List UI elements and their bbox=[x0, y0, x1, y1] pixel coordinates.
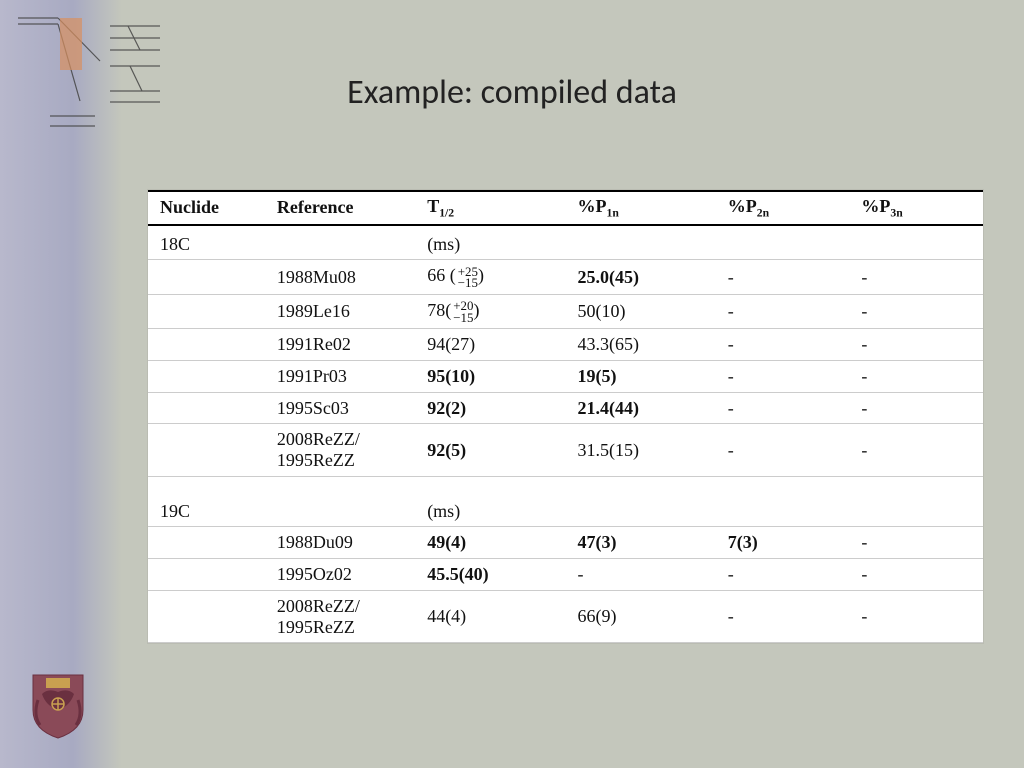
cell-p3n: - bbox=[849, 527, 983, 559]
cell-reference: 2008ReZZ/1995ReZZ bbox=[265, 424, 415, 476]
table-row: 1991Re0294(27)43.3(65)-- bbox=[148, 329, 983, 361]
table-row: 2008ReZZ/1995ReZZ92(5)31.5(15)-- bbox=[148, 424, 983, 476]
nuclide-section-row: 18C (ms) bbox=[148, 225, 983, 260]
cell-p3n: - bbox=[849, 559, 983, 591]
cell-p3n bbox=[849, 225, 983, 260]
cell-p1n bbox=[565, 493, 715, 527]
cell-reference: 1995Oz02 bbox=[265, 559, 415, 591]
cell-unit: (ms) bbox=[415, 493, 565, 527]
cell-t12: 49(4) bbox=[415, 527, 565, 559]
cell-t12: 44(4) bbox=[415, 590, 565, 642]
cell-p3n: - bbox=[849, 424, 983, 476]
cell-p2n bbox=[716, 493, 850, 527]
table-header-row: Nuclide Reference T1/2 %P1n %P2n %P3n bbox=[148, 191, 983, 225]
cell-reference: 2008ReZZ/1995ReZZ bbox=[265, 590, 415, 642]
slide-title: Example: compiled data bbox=[0, 72, 1024, 113]
cell-p2n: - bbox=[716, 590, 850, 642]
cell-t12: 94(27) bbox=[415, 329, 565, 361]
cell-t12: 95(10) bbox=[415, 361, 565, 393]
col-p1n: %P1n bbox=[565, 191, 715, 225]
nuclide-section-row: 19C (ms) bbox=[148, 493, 983, 527]
cell-p2n: - bbox=[716, 424, 850, 476]
cell-p3n: - bbox=[849, 361, 983, 393]
cell-reference: 1988Mu08 bbox=[265, 260, 415, 295]
cell-p2n: - bbox=[716, 260, 850, 295]
col-p2n: %P2n bbox=[716, 191, 850, 225]
table-row: 1995Oz0245.5(40)--- bbox=[148, 559, 983, 591]
cell-nuclide: 19C bbox=[148, 493, 265, 527]
decay-highlight-icon bbox=[60, 18, 82, 70]
cell-p2n: - bbox=[716, 294, 850, 329]
cell-p1n: 50(10) bbox=[565, 294, 715, 329]
cell-p1n: 21.4(44) bbox=[565, 392, 715, 424]
cell-nuclide bbox=[148, 260, 265, 295]
cell-p1n: 25.0(45) bbox=[565, 260, 715, 295]
cell-reference: 1991Pr03 bbox=[265, 361, 415, 393]
cell-nuclide bbox=[148, 294, 265, 329]
cell-nuclide bbox=[148, 329, 265, 361]
cell-t12: 92(2) bbox=[415, 392, 565, 424]
table-row: 2008ReZZ/1995ReZZ44(4)66(9)-- bbox=[148, 590, 983, 642]
cell-reference: 1989Le16 bbox=[265, 294, 415, 329]
cell-nuclide bbox=[148, 392, 265, 424]
cell-t12: 45.5(40) bbox=[415, 559, 565, 591]
table-row: 1988Mu0866 (+25−15)25.0(45)-- bbox=[148, 260, 983, 295]
cell-p1n bbox=[565, 225, 715, 260]
cell-nuclide bbox=[148, 361, 265, 393]
spacer-row bbox=[148, 476, 983, 493]
cell-p2n: - bbox=[716, 559, 850, 591]
cell-p2n: - bbox=[716, 361, 850, 393]
table-row: 1989Le1678(+20−15)50(10)-- bbox=[148, 294, 983, 329]
cell-nuclide: 18C bbox=[148, 225, 265, 260]
cell-p1n: - bbox=[565, 559, 715, 591]
cell-t12: 92(5) bbox=[415, 424, 565, 476]
cell-p3n: - bbox=[849, 329, 983, 361]
cell-reference bbox=[265, 225, 415, 260]
cell-p2n: - bbox=[716, 329, 850, 361]
data-table: Nuclide Reference T1/2 %P1n %P2n %P3n 18… bbox=[148, 190, 983, 643]
cell-reference: 1991Re02 bbox=[265, 329, 415, 361]
cell-p3n: - bbox=[849, 294, 983, 329]
cell-p1n: 66(9) bbox=[565, 590, 715, 642]
cell-p1n: 31.5(15) bbox=[565, 424, 715, 476]
col-t12: T1/2 bbox=[415, 191, 565, 225]
cell-p2n bbox=[716, 225, 850, 260]
cell-p1n: 43.3(65) bbox=[565, 329, 715, 361]
cell-reference: 1988Du09 bbox=[265, 527, 415, 559]
cell-p3n bbox=[849, 493, 983, 527]
cell-nuclide bbox=[148, 590, 265, 642]
cell-reference bbox=[265, 493, 415, 527]
sidebar-decoration bbox=[0, 0, 122, 768]
cell-p3n: - bbox=[849, 392, 983, 424]
cell-unit: (ms) bbox=[415, 225, 565, 260]
col-nuclide: Nuclide bbox=[148, 191, 265, 225]
col-reference: Reference bbox=[265, 191, 415, 225]
cell-reference: 1995Sc03 bbox=[265, 392, 415, 424]
cell-t12: 78(+20−15) bbox=[415, 294, 565, 329]
decay-scheme-icon bbox=[10, 6, 170, 136]
table-row: 1988Du0949(4)47(3)7(3)- bbox=[148, 527, 983, 559]
cell-t12: 66 (+25−15) bbox=[415, 260, 565, 295]
table-row: 1995Sc0392(2)21.4(44)-- bbox=[148, 392, 983, 424]
cell-p2n: 7(3) bbox=[716, 527, 850, 559]
cell-p3n: - bbox=[849, 590, 983, 642]
cell-p2n: - bbox=[716, 392, 850, 424]
cell-p1n: 47(3) bbox=[565, 527, 715, 559]
col-p3n: %P3n bbox=[849, 191, 983, 225]
cell-nuclide bbox=[148, 559, 265, 591]
cell-nuclide bbox=[148, 424, 265, 476]
table-row: 1991Pr0395(10)19(5)-- bbox=[148, 361, 983, 393]
cell-p3n: - bbox=[849, 260, 983, 295]
cell-nuclide bbox=[148, 527, 265, 559]
cell-p1n: 19(5) bbox=[565, 361, 715, 393]
university-crest-icon bbox=[28, 670, 88, 740]
slide: Example: compiled data Nuclide Reference… bbox=[0, 0, 1024, 768]
